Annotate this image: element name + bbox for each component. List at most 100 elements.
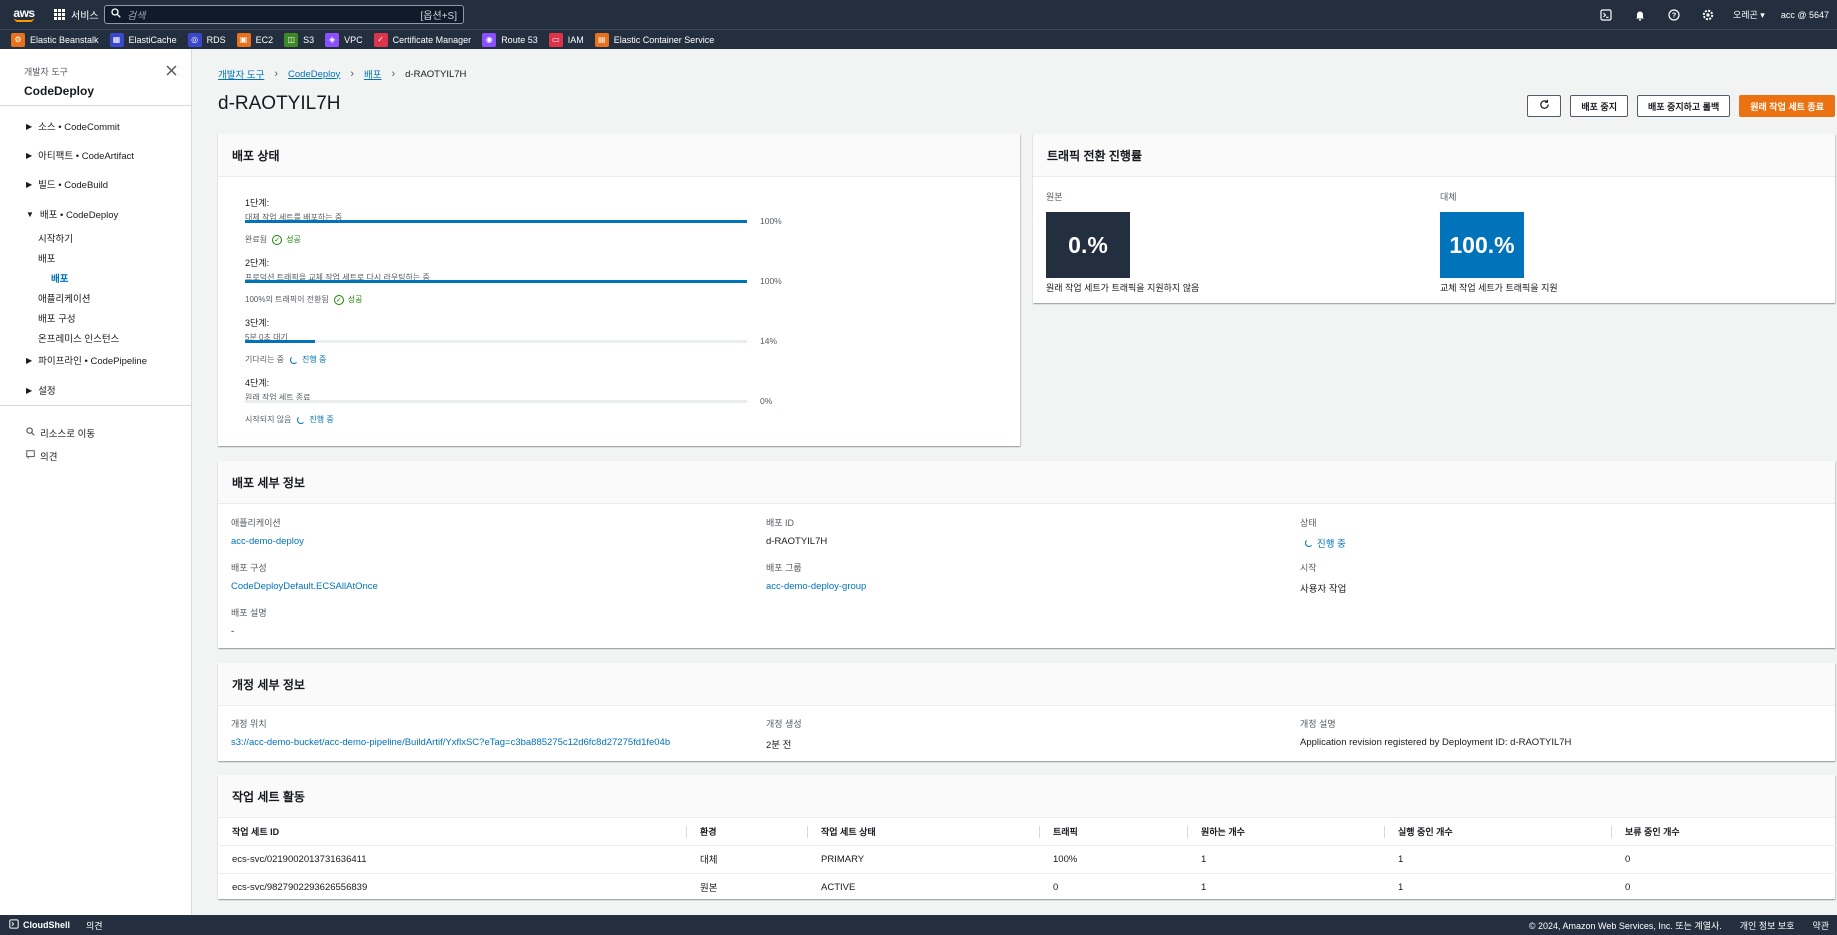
services-menu-button[interactable]: 서비스 (54, 7, 99, 22)
close-icon[interactable] (166, 63, 177, 81)
sidebar-title[interactable]: CodeDeploy (24, 84, 191, 98)
application-link[interactable]: acc-demo-deploy (231, 536, 304, 547)
stop-and-rollback-button[interactable]: 배포 중지하고 롤백 (1637, 95, 1731, 117)
step-status: 기다리는 중 진행 중 (245, 354, 327, 365)
chevron-right-icon: › (274, 68, 279, 80)
service-icon: ▤ (594, 32, 609, 47)
footer-feedback-link[interactable]: 의견 (86, 919, 103, 932)
deployment-status-panel: 배포 상태 1단계: 대체 작업 세트를 배포하는 중 100% 완료됨 ✓ 성공 2단계:… (218, 134, 1020, 446)
aws-logo[interactable]: aws (10, 7, 38, 22)
taskset-activity-panel: 작업 세트 활동 작업 세트 ID 환경 작업 세트 상태 트래픽 원하는 개수 실행 중… (218, 775, 1836, 901)
sidebar-group-codeartifact[interactable]: ▶ 아티팩트 • CodeArtifact (26, 148, 134, 163)
favorite-elastic-container-service[interactable]: ▤ Elastic Container Service (594, 32, 714, 47)
bell-icon[interactable] (1623, 0, 1657, 29)
account-menu[interactable]: acc @ 5647 (1773, 10, 1837, 20)
sidebar-group-codecommit[interactable]: ▶ 소스 • CodeCommit (26, 119, 120, 134)
terms-link[interactable]: 약관 (1812, 919, 1829, 932)
column-header: 실행 중인 개수 (1385, 819, 1612, 846)
table-cell: 0 (1625, 881, 1631, 893)
step-progress-fill (245, 280, 747, 283)
sidebar-group-codebuild[interactable]: ▶ 빌드 • CodeBuild (26, 177, 108, 192)
column-header: 작업 세트 ID (219, 819, 687, 846)
column-header: 원하는 개수 (1188, 819, 1385, 846)
goto-resource-link[interactable]: 리소스로 이동 (26, 426, 95, 440)
breadcrumb-developer-tools[interactable]: 개발자 도구 (218, 67, 264, 81)
revision-location-link[interactable]: s3://acc-demo-bucket/acc-demo-pipeline/B… (231, 737, 670, 748)
sidebar-group-codedeploy[interactable]: ▼ 배포 • CodeDeploy (26, 207, 118, 222)
table-cell: ecs-svc/9827902293626556839 (232, 881, 368, 893)
breadcrumb-deployments[interactable]: 배포 (364, 67, 381, 81)
step-progress-fill (245, 340, 316, 343)
chevron-right-icon: › (350, 68, 354, 80)
sidebar-item-deployments[interactable]: 배포 (38, 251, 55, 265)
favorite-ec2[interactable]: ▣ EC2 (236, 32, 273, 47)
detail-deployment-config: 배포 구성 CodeDeployDefault.ECSAllAtOnce (231, 563, 378, 592)
terminate-original-taskset-button[interactable]: 원래 작업 세트 종료 (1739, 95, 1835, 117)
privacy-link[interactable]: 개인 정보 보호 (1740, 919, 1795, 932)
service-icon: ◈ (325, 32, 340, 47)
table-row: ecs-svc/9827902293626556839 원본 ACTIVE 0 1 1 0 (219, 873, 1836, 901)
copyright: © 2024, Amazon Web Services, Inc. 또는 계열사… (1528, 920, 1722, 931)
sidebar-item-onprem-instances[interactable]: 온프레미스 인스턴스 (38, 331, 119, 345)
in-progress-badge: 진행 중 (297, 414, 334, 425)
help-icon[interactable]: ? (1657, 0, 1691, 29)
step-status: 완료됨 ✓ 성공 (245, 234, 301, 245)
sidebar-item-deployment-configs[interactable]: 배포 구성 (38, 311, 76, 325)
panel-title: 배포 상태 (218, 134, 1020, 177)
column-header: 보류 중인 개수 (1612, 819, 1836, 846)
cloudshell-link[interactable]: CloudShell (23, 920, 70, 930)
sidebar-group-codepipeline[interactable]: ▶ 파이프라인 • CodePipeline (26, 353, 147, 368)
status-badge: 진행 중 (1300, 536, 1346, 550)
cloudshell-icon[interactable] (1589, 0, 1623, 29)
favorite-s3[interactable]: ◫ S3 (284, 32, 314, 47)
favorite-certificate-manager[interactable]: ✓ Certificate Manager (373, 32, 471, 47)
breadcrumb-codedeploy[interactable]: CodeDeploy (288, 69, 340, 80)
detail-initiated-by: 시작 사용자 작업 (1300, 563, 1347, 595)
favorite-route-53[interactable]: ◉ Route 53 (482, 32, 538, 47)
stop-deployment-button[interactable]: 배포 중지 (1570, 95, 1628, 117)
panel-title: 트래픽 전환 진행률 (1033, 134, 1835, 177)
deployment-step-3: 3단계: 5분 0초 대기 14% 기다리는 중 진행 중 (245, 316, 805, 366)
favorite-vpc[interactable]: ◈ VPC (325, 32, 363, 47)
service-icon: ◫ (284, 32, 299, 47)
deployment-step-2: 2단계: 프로덕션 트래픽을 교체 작업 세트로 다시 라우팅하는 중 100% 10… (245, 256, 805, 306)
deployment-config-link[interactable]: CodeDeployDefault.ECSAllAtOnce (231, 581, 378, 592)
feedback-link[interactable]: 의견 (26, 449, 57, 463)
step-status: 100%의 트래픽이 전환됨 ✓ 성공 (245, 294, 363, 305)
table-cell: 1 (1385, 845, 1612, 874)
sidebar-item-deployment-active[interactable]: 배포 (51, 271, 68, 285)
success-badge: ✓ 성공 (272, 234, 301, 245)
sidebar-item-applications[interactable]: 애플리케이션 (38, 291, 90, 305)
favorite-elastic-beanstalk[interactable]: ⚙ Elastic Beanstalk (11, 32, 99, 47)
region-selector[interactable]: 오레곤 ▾ (1725, 8, 1773, 21)
caret-right-icon: ▶ (26, 385, 33, 395)
favorite-rds[interactable]: ◎ RDS (187, 32, 226, 47)
cloudshell-icon[interactable] (9, 919, 19, 931)
table-cell: 1 (1398, 881, 1404, 893)
detail-description: 배포 설명 - (231, 608, 267, 637)
refresh-button[interactable] (1527, 95, 1562, 117)
deployment-group-link[interactable]: acc-demo-deploy-group (766, 581, 866, 592)
favorite-elasticache[interactable]: ▦ ElastiCache (109, 32, 177, 47)
column-header: 환경 (687, 819, 808, 846)
step-progress-bar (245, 400, 747, 403)
revision-location: 개정 위치 s3://acc-demo-bucket/acc-demo-pipe… (231, 719, 671, 748)
table-row: ecs-svc/0219002013731636411 대체 PRIMARY 100%… (219, 845, 1836, 874)
gear-icon[interactable] (1691, 0, 1725, 29)
sidebar-item-getting-started[interactable]: 시작하기 (38, 231, 73, 245)
revision-details-panel: 개정 세부 정보 개정 위치 s3://acc-demo-bucket/acc-… (218, 663, 1835, 761)
service-icon: ▦ (109, 32, 124, 47)
step-status: 시작되지 않음 진행 중 (245, 414, 334, 425)
traffic-original-caption: 원본 (1046, 192, 1063, 202)
chevron-right-icon: › (391, 68, 396, 80)
in-progress-badge: 진행 중 (290, 354, 326, 365)
table-cell: 0 (1612, 845, 1836, 874)
step-label: 4단계: (245, 378, 270, 388)
table-cell: PRIMARY (808, 845, 1040, 874)
step-progress-bar (245, 280, 747, 283)
sidebar-group-settings[interactable]: ▶ 설정 (26, 383, 56, 398)
favorite-iam[interactable]: ▭ IAM (548, 32, 584, 47)
search-icon (111, 8, 121, 21)
search-input[interactable]: 검색 [옵션+S] (104, 5, 464, 24)
feedback-icon (26, 450, 35, 462)
